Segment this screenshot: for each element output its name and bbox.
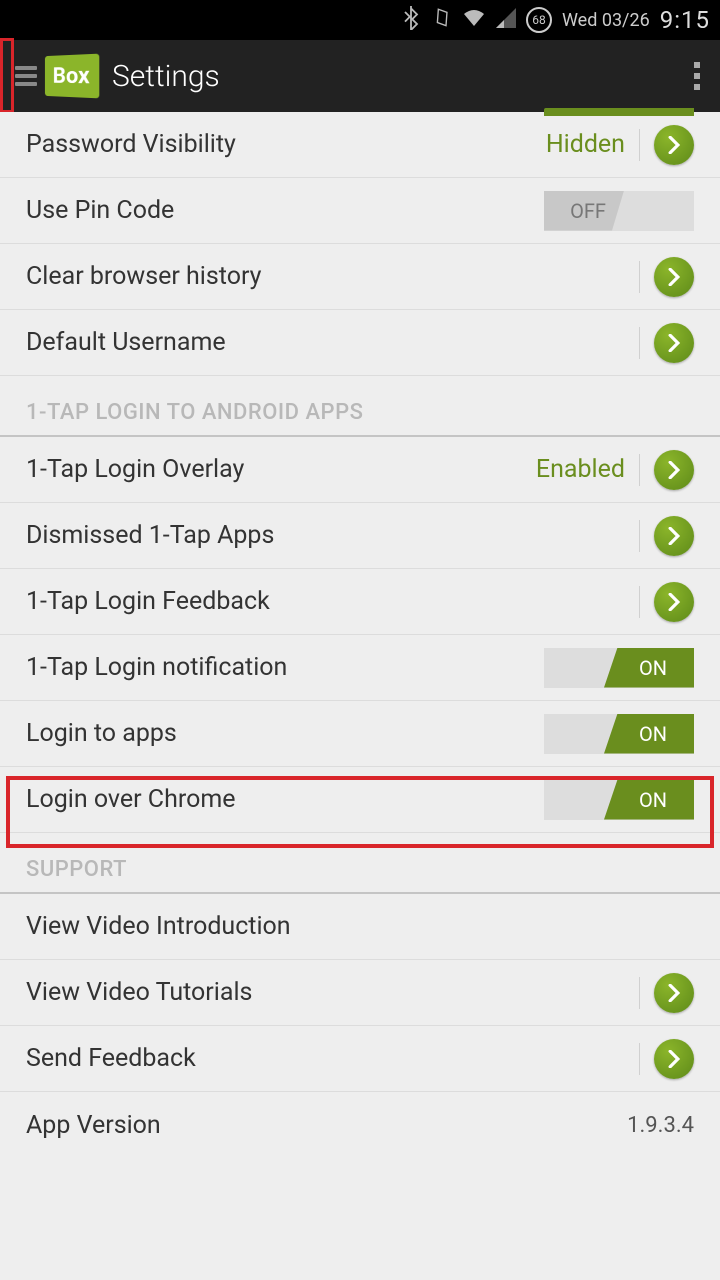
row-clear-browser-history[interactable]: Clear browser history [0,244,720,310]
row-label: App Version [26,1111,627,1140]
row-use-pin-code[interactable]: Use Pin Code OFF [0,178,720,244]
chevron-right-icon[interactable] [654,582,694,622]
divider [639,520,640,552]
app-version-value: 1.9.3.4 [627,1113,694,1138]
status-bar: 68 Wed 03/26 9:15 [0,0,720,40]
row-dismissed-1tap-apps[interactable]: Dismissed 1-Tap Apps [0,503,720,569]
signal-icon [496,8,516,33]
row-label: Login to apps [26,719,544,748]
page-title: Settings [112,59,220,94]
row-label: 1-Tap Login notification [26,653,544,682]
row-label: Send Feedback [26,1044,639,1073]
toggle-pin-code[interactable]: OFF [544,191,694,231]
toggle-state: ON [631,788,667,812]
chevron-right-icon[interactable] [654,1039,694,1079]
row-send-feedback[interactable]: Send Feedback [0,1026,720,1092]
settings-list: Password Visibility Hidden Use Pin Code … [0,112,720,1158]
toggle-state: ON [631,722,667,746]
chevron-right-icon[interactable] [654,125,694,165]
section-header-1tap: 1-TAP LOGIN TO ANDROID APPS [0,376,720,437]
row-label: Login over Chrome [26,785,544,814]
chevron-right-icon[interactable] [654,973,694,1013]
status-time: 9:15 [660,6,710,34]
highlight-marker-left [0,38,14,113]
divider [639,261,640,293]
bluetooth-icon [402,6,420,35]
row-value: Hidden [546,130,625,159]
row-label: 1-Tap Login Overlay [26,455,536,484]
row-video-tutorials[interactable]: View Video Tutorials [0,960,720,1026]
divider [639,454,640,486]
vibrate-icon [430,7,452,34]
row-login-over-chrome[interactable]: Login over Chrome ON [0,767,720,833]
battery-level: 68 [532,13,546,27]
app-logo: Box [45,54,99,99]
toggle-state: OFF [562,199,606,223]
row-app-version: App Version 1.9.3.4 [0,1092,720,1158]
chevron-right-icon[interactable] [654,516,694,556]
divider [639,1043,640,1075]
row-value: Enabled [536,455,625,484]
toggle-1tap-notification[interactable]: ON [544,648,694,688]
chevron-right-icon[interactable] [654,257,694,297]
row-label: View Video Tutorials [26,978,639,1007]
chevron-right-icon[interactable] [654,450,694,490]
battery-icon: 68 [526,7,552,33]
toggle-state: ON [631,656,667,680]
divider [639,129,640,161]
menu-icon[interactable] [15,66,37,86]
row-default-username[interactable]: Default Username [0,310,720,376]
chevron-right-icon[interactable] [654,323,694,363]
row-label: Use Pin Code [26,196,544,225]
section-header-support: SUPPORT [0,833,720,894]
row-label: View Video Introduction [26,912,694,941]
row-login-to-apps[interactable]: Login to apps ON [0,701,720,767]
row-label: Password Visibility [26,130,546,159]
divider [639,977,640,1009]
overflow-menu-icon[interactable] [694,40,700,112]
toggle-login-chrome[interactable]: ON [544,780,694,820]
divider [639,327,640,359]
row-label: 1-Tap Login Feedback [26,587,639,616]
row-label: Dismissed 1-Tap Apps [26,521,639,550]
wifi-icon [462,8,486,33]
row-1tap-overlay[interactable]: 1-Tap Login Overlay Enabled [0,437,720,503]
status-date: Wed 03/26 [562,10,650,31]
row-label: Clear browser history [26,262,639,291]
row-1tap-notification[interactable]: 1-Tap Login notification ON [0,635,720,701]
row-label: Default Username [26,328,639,357]
app-bar: Box Settings [0,40,720,112]
row-password-visibility[interactable]: Password Visibility Hidden [0,112,720,178]
divider [639,586,640,618]
toggle-login-apps[interactable]: ON [544,714,694,754]
row-1tap-feedback[interactable]: 1-Tap Login Feedback [0,569,720,635]
row-video-introduction[interactable]: View Video Introduction [0,894,720,960]
